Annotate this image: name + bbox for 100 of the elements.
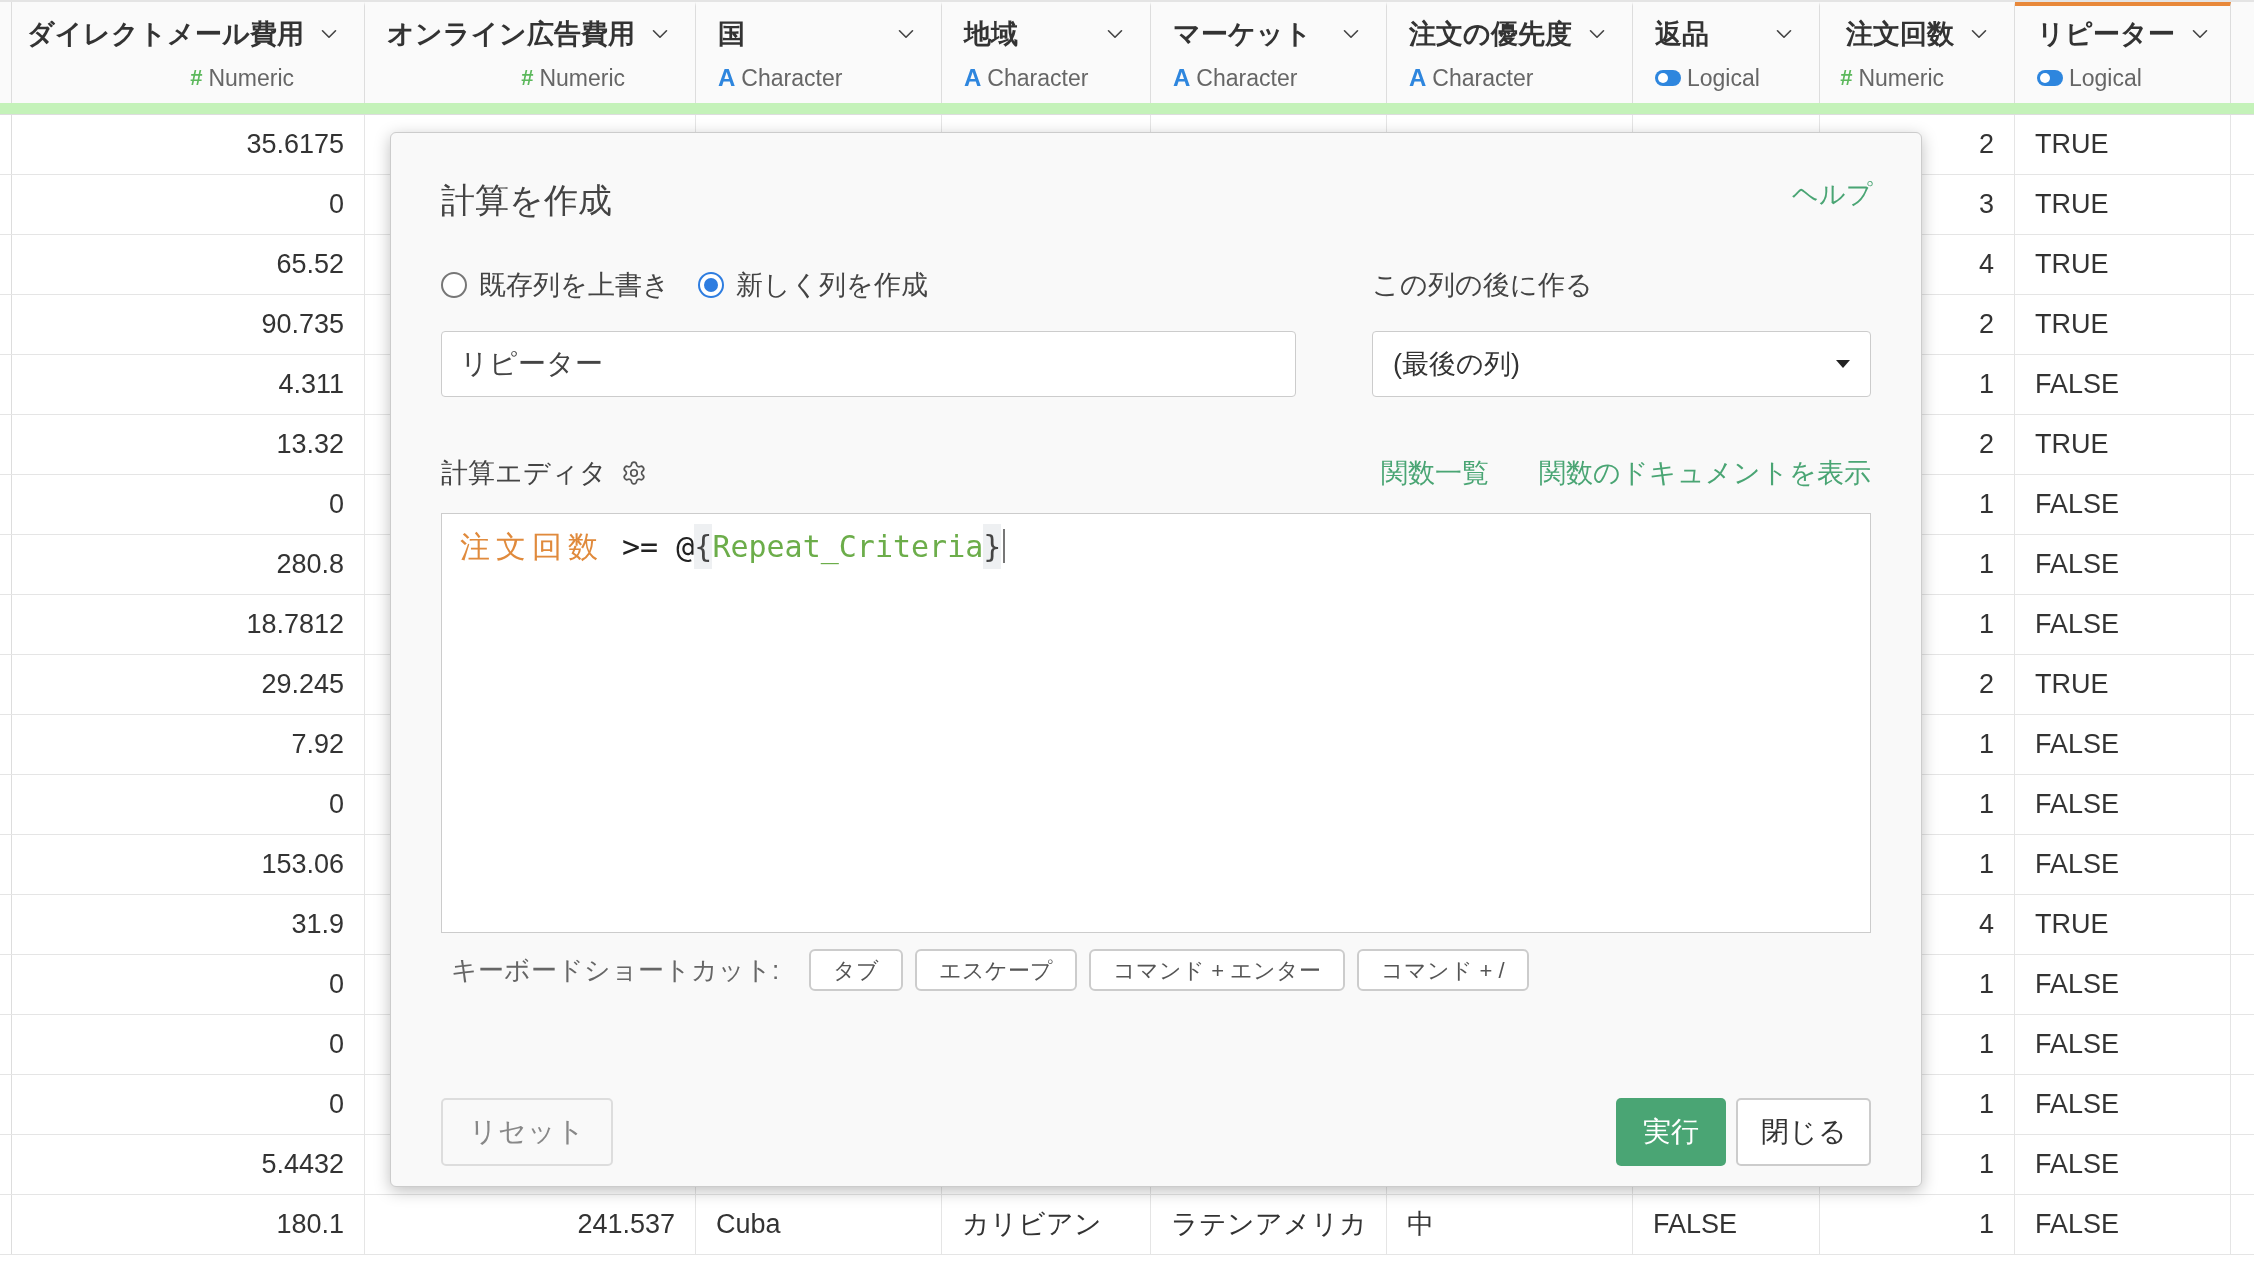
letter-a-icon: A [1409,65,1427,90]
column-name: 注文の優先度 [1409,18,1572,51]
settings-icon[interactable] [621,460,647,486]
table-cell-text: FALSE [2035,608,2120,642]
letter-a-icon: A [1173,65,1191,90]
table-cell-text: 29.245 [261,668,344,702]
table-cell-text: 1 [1978,608,1994,642]
table-cell-text: 1 [1978,848,1994,882]
table-cell-text: FALSE [2035,1088,2120,1122]
table-cell-text: 0 [328,968,344,1002]
table-cell-text: 1 [1978,368,1994,402]
table-cell-text: TRUE [2035,128,2109,162]
letter-a-icon: A [718,65,736,90]
table-cell-text: 2 [1978,428,1994,462]
table-cell-text: 280.8 [276,548,344,582]
column-type: Logical [2069,63,2142,93]
shortcut-key: コマンド + エンター [1089,949,1346,991]
table-cell-text: 0 [328,1028,344,1062]
table-cell-text: TRUE [2035,668,2109,702]
table-cell-text: 4 [1978,248,1994,282]
shortcut-key: エスケープ [915,949,1078,991]
shortcut-label: キーボードショートカット: [451,953,780,987]
table-cell-text: TRUE [2035,188,2109,222]
table-cell-text: 1 [1978,1088,1994,1122]
table-cell-text: 中 [1407,1208,1434,1242]
code-token: >= @ [621,527,695,566]
table-cell-text: 2 [1978,308,1994,342]
table-cell-text: 4 [1978,908,1994,942]
hash-icon: # [190,66,203,89]
column-name: リピーター [2037,18,2175,51]
table-cell-text: TRUE [2035,248,2109,282]
column-type: Character [1196,63,1298,93]
table-cell-text: 2 [1978,668,1994,702]
table-cell-text: 7.92 [291,728,344,762]
radio-button[interactable] [698,272,724,298]
table-cell-text: 0 [328,788,344,822]
column-type: Numeric [1858,63,1944,93]
table-cell-text: 1 [1978,1028,1994,1062]
column-type: Character [987,63,1089,93]
formula-editor[interactable]: 注文回数 >= @{Repeat_Criteria} [441,513,1871,933]
table-cell-text: 65.52 [276,248,344,282]
table-cell-text: 18.7812 [246,608,344,642]
table-cell-text: カリビアン [962,1208,1102,1242]
table-cell-text: FALSE [2035,1028,2120,1062]
shortcut-key: タブ [809,949,904,991]
table-cell-text: FALSE [2035,728,2120,762]
shortcut-key: コマンド + / [1357,949,1529,991]
column-name-field[interactable]: リピーター [441,331,1296,397]
column-name: オンライン広告費用 [387,18,635,51]
table-cell-text: 0 [328,488,344,522]
column-name: ダイレクトメール費用 [27,18,304,51]
code-token: Repeat_Criteria [712,527,984,567]
table-cell-text: 2 [1978,128,1994,162]
close-button[interactable]: 閉じる [1736,1098,1871,1166]
code-token: { [694,523,713,569]
table-cell-text: FALSE [2035,548,2120,582]
dialog-title: 計算を作成 [441,180,612,221]
column-name: 返品 [1655,18,1709,51]
radio-label: 新しく列を作成 [736,268,928,302]
field-label: この列の後に作る [1372,268,1593,302]
code-token: } [983,523,1002,569]
table-cell-text: 1 [1978,488,1994,522]
toggle-icon [2037,69,2063,86]
table-cell-text: 241.537 [577,1208,675,1242]
table-cell-text: 4.311 [278,368,344,402]
table-cell-text: 0 [328,1088,344,1122]
table-cell-text: FALSE [1653,1208,1738,1242]
column-type: Numeric [539,63,625,93]
column-type: Logical [1687,63,1760,93]
column-type: Character [1432,63,1534,93]
code-token: 注文回数 [460,527,604,566]
table-cell-text: 1 [1978,728,1994,762]
table-cell-text: 1 [1978,968,1994,1002]
radio-button[interactable] [441,272,467,298]
table-cell-text: Cuba [716,1208,781,1242]
column-position-select[interactable]: (最後の列) [1372,331,1871,397]
table-cell-text: 31.9 [291,908,344,942]
table-cell-text: 5.4432 [261,1148,344,1182]
column-name: 地域 [964,18,1018,51]
table-cell-text: FALSE [2035,1148,2120,1182]
table-cell-text: 3 [1978,188,1994,222]
toggle-icon [1655,69,1681,86]
column-name: 国 [718,18,745,51]
table-cell-text: 90.735 [261,308,344,342]
caret-icon [1836,360,1850,368]
table-cell-text: 1 [1978,1208,1994,1242]
table-cell-text: FALSE [2035,1208,2120,1242]
hash-icon: # [521,66,534,89]
table-cell-text: TRUE [2035,428,2109,462]
table-cell-text: FALSE [2035,488,2120,522]
column-name: 注文回数 [1846,18,1954,51]
column-name: マーケット [1173,18,1312,51]
editor-label: 計算エディタ [441,456,607,490]
table-cell-text: 35.6175 [246,128,344,162]
table-cell-text: FALSE [2035,848,2120,882]
table-cell-text: 1 [1978,1148,1994,1182]
column-type: Numeric [208,63,294,93]
table-cell-text: 153.06 [261,848,344,882]
table-cell-text: FALSE [2035,788,2120,822]
hash-icon: # [1840,66,1853,89]
